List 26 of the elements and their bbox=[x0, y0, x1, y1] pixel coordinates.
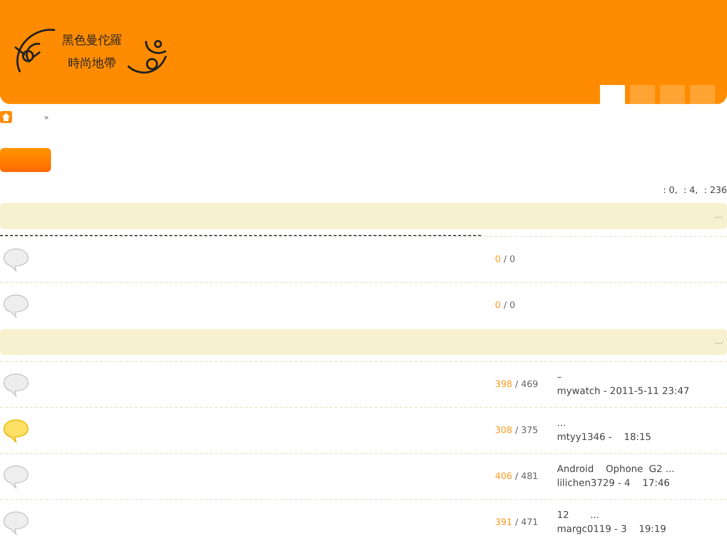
logo-title: 黑色曼佗羅 bbox=[62, 32, 122, 49]
last-post-info: lilichen3729 - 4 17:46 bbox=[557, 478, 671, 489]
breadcrumb-separator: » bbox=[44, 112, 49, 122]
post-count: 308 / 375 bbox=[494, 426, 540, 436]
nav-tab[interactable] bbox=[630, 85, 655, 104]
logo-subtitle: 時尚地帶 bbox=[68, 55, 116, 72]
last-post-info: margc0119 - 3 19:19 bbox=[557, 524, 668, 535]
post-count: 398 / 469 bbox=[494, 380, 540, 390]
nav-tab[interactable] bbox=[600, 85, 625, 104]
last-post-title[interactable]: ... bbox=[557, 418, 727, 429]
last-post-title[interactable]: 12 ... bbox=[557, 510, 727, 521]
stat-text: : 236 bbox=[704, 186, 727, 198]
post-count: 0 / 0 bbox=[494, 300, 516, 310]
nav-tab[interactable] bbox=[690, 85, 715, 104]
post-count: 406 / 481 bbox=[494, 472, 540, 482]
last-post-info: mywatch - 2011-5-11 23:47 bbox=[557, 386, 690, 397]
last-post-title[interactable]: – bbox=[557, 372, 727, 383]
stat-text: : 4, bbox=[683, 186, 698, 198]
action-button[interactable] bbox=[0, 148, 51, 172]
home-icon[interactable] bbox=[0, 111, 12, 123]
last-post-title[interactable]: Android Ophone G2 ... bbox=[557, 464, 727, 475]
post-count: 0 / 0 bbox=[494, 254, 516, 264]
post-count: 391 / 471 bbox=[494, 518, 540, 528]
nav-tab[interactable] bbox=[660, 85, 685, 104]
last-post-info: mtyy1346 - 18:15 bbox=[557, 432, 652, 443]
stat-text: : 0, bbox=[662, 186, 678, 198]
